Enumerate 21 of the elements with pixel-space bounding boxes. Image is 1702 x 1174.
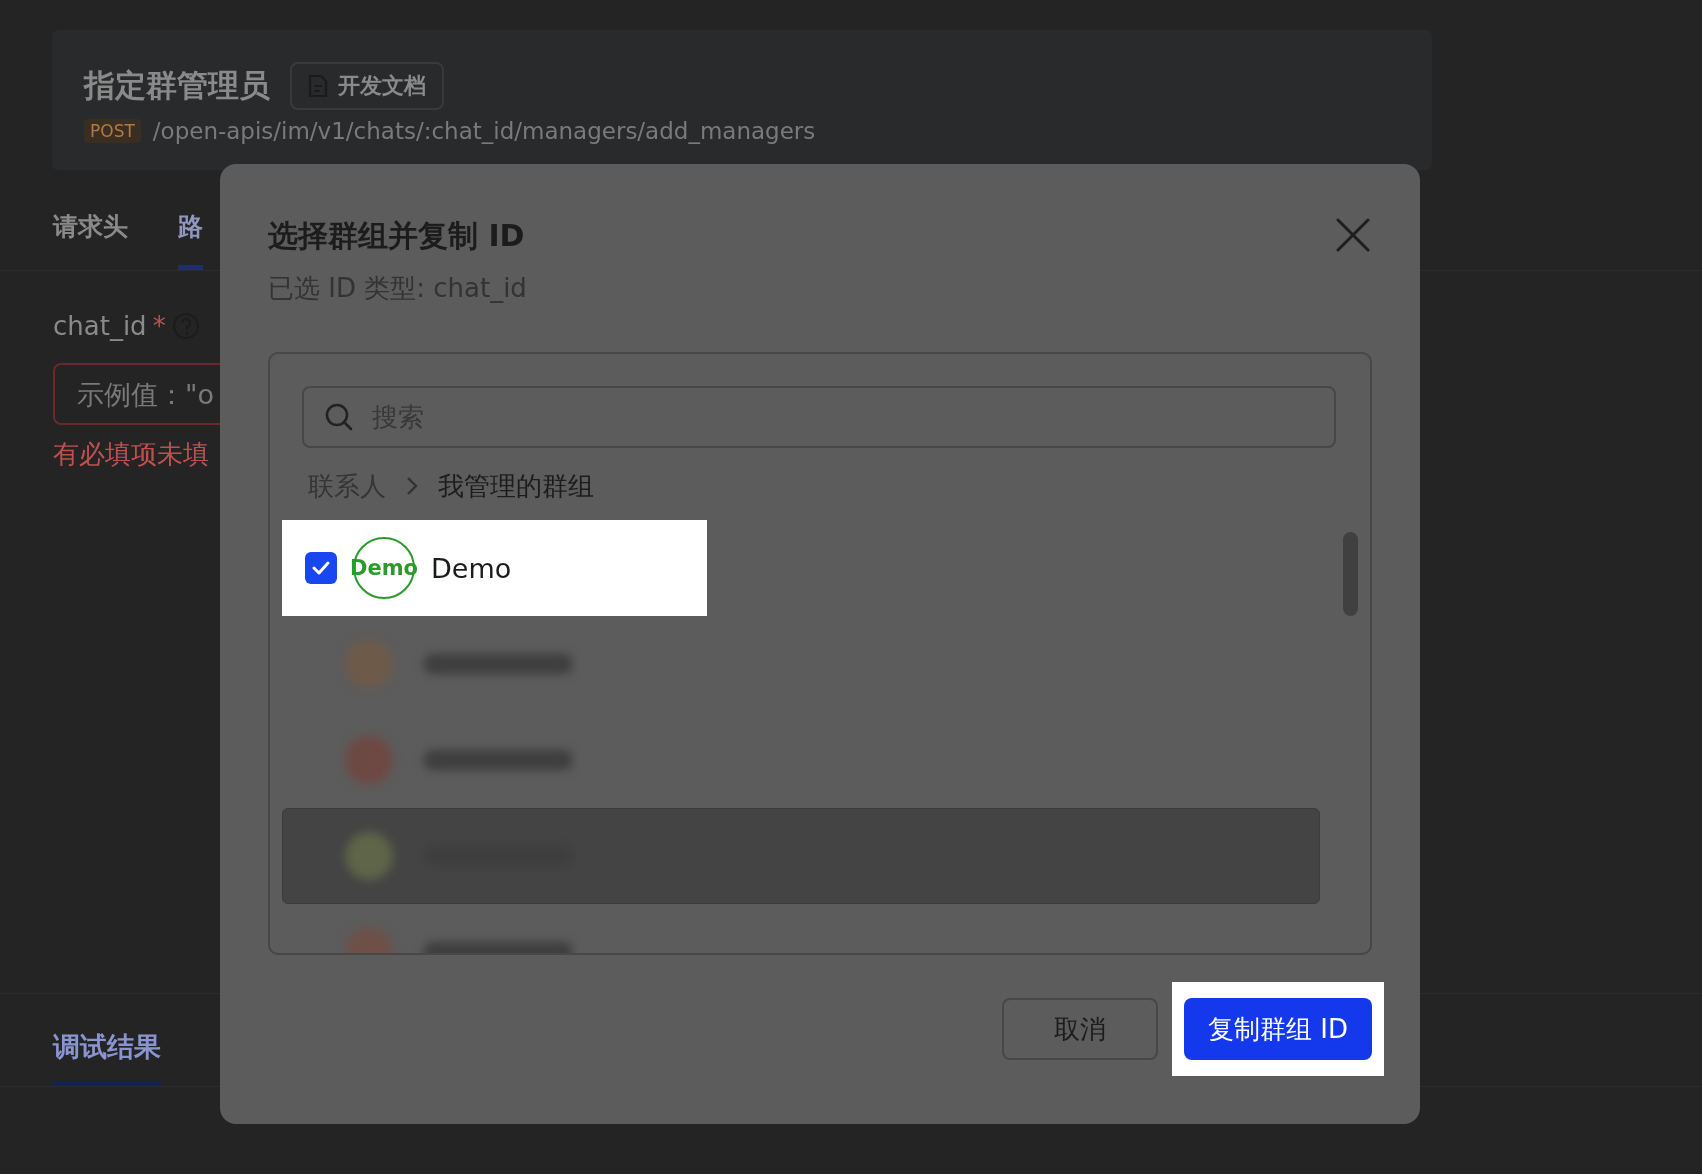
error-text: 有必填项未填 — [53, 438, 210, 471]
tab[interactable]: 调试结果 — [53, 994, 161, 1086]
tab[interactable]: 请求头 — [53, 204, 128, 270]
check-icon — [312, 561, 330, 575]
tab[interactable]: 路 — [178, 204, 203, 270]
breadcrumb-item[interactable]: 我管理的群组 — [438, 468, 594, 504]
cancel-button[interactable]: 取消 — [1002, 998, 1159, 1060]
group-name: Demo — [431, 552, 512, 584]
copy-button[interactable]: 复制群组 ID — [1184, 998, 1372, 1060]
api-path: /open-apis/im/v1/chats/:chat_id/managers/add_managers — [152, 118, 816, 144]
doc-button[interactable]: 开发文档 — [290, 62, 444, 110]
scrollbar[interactable] — [1343, 532, 1358, 616]
dialog-title: 选择群组并复制 ID — [268, 217, 525, 255]
chevron-right-icon — [406, 476, 418, 496]
method-badge: POST — [84, 119, 141, 143]
page-title: 指定群管理员 — [84, 66, 270, 105]
search-icon — [324, 402, 354, 432]
checkbox[interactable] — [305, 552, 337, 584]
field-label: chat_id — [53, 311, 147, 341]
close-icon[interactable] — [1336, 218, 1370, 252]
required-mark: * — [152, 311, 166, 341]
